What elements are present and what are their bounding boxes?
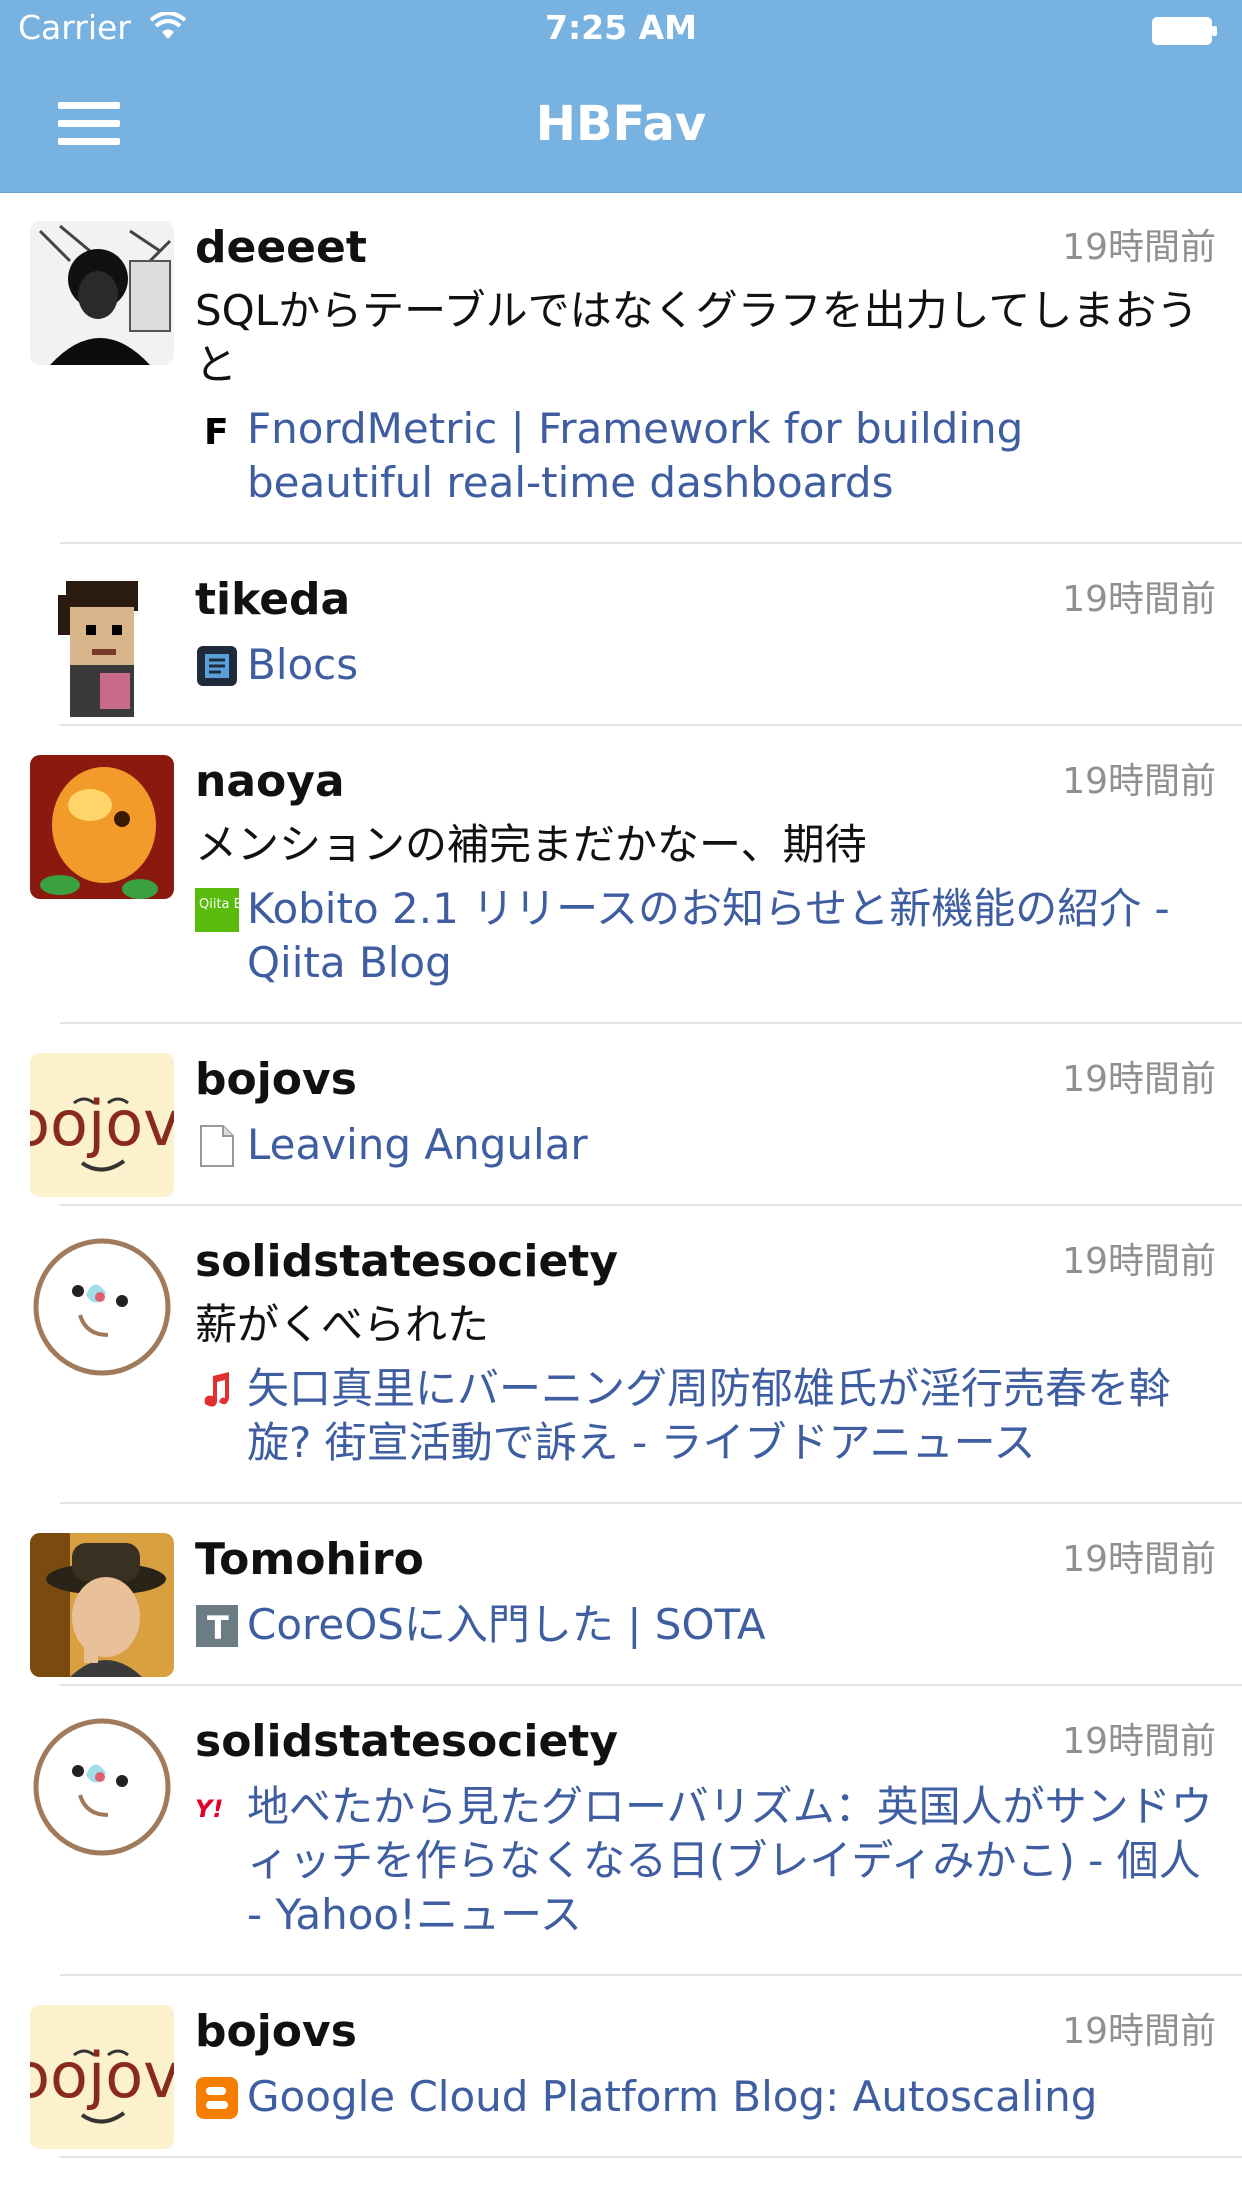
comment-text: 薪がくべられた [195, 1300, 490, 1349]
blogger-icon [195, 2076, 239, 2120]
bookmark-link[interactable]: Blocs [195, 638, 1216, 692]
timestamp: 19時間前 [1062, 1241, 1216, 1282]
link-title[interactable]: Google Cloud Platform Blog: Autoscaling [247, 2070, 1097, 2124]
svg-text:F: F [204, 412, 229, 448]
livedoor-icon [195, 1368, 239, 1412]
bookmark-link[interactable]: Google Cloud Platform Blog: Autoscaling [195, 2070, 1216, 2124]
list-item[interactable]: tikeda Blocs 19時間前 [30, 544, 1242, 726]
list-item[interactable]: deeeet SQLからテーブルではなくグラフを出力してしまおうと F Fnor… [30, 192, 1242, 544]
document-box-icon [195, 644, 239, 688]
bookmark-link[interactable]: 矢口真里にバーニング周防郁雄氏が淫行売春を斡旋? 街宣活動で訴え - ライブドア… [195, 1362, 1216, 1470]
bookmark-link[interactable]: Leaving Angular [195, 1118, 1216, 1172]
link-title[interactable]: Blocs [247, 638, 358, 692]
timestamp: 19時間前 [1062, 761, 1216, 802]
list-item[interactable]: ɔojov bojovs Leaving Angular 19時間前 [30, 1024, 1242, 1206]
timestamp: 19時間前 [1062, 1059, 1216, 1100]
svg-text:T: T [207, 1609, 229, 1647]
link-title[interactable]: CoreOSに入門した | SOTA [247, 1598, 766, 1652]
comment-text: メンションの補完まだかなー、期待 [195, 820, 867, 869]
list-item[interactable]: naoya メンションの補完まだかなー、期待 Qiita Blog Kobito… [30, 726, 1242, 1024]
svg-text:ɔojov: ɔojov [30, 1087, 174, 1160]
avatar[interactable] [30, 1715, 174, 1859]
bookmark-link[interactable]: Qiita Blog Kobito 2.1 リリースのお知らせと新機能の紹介 -… [195, 882, 1216, 990]
svg-text:Qiita Blog: Qiita Blog [199, 897, 239, 912]
avatar[interactable] [30, 573, 174, 717]
avatar[interactable] [30, 221, 174, 365]
navigation-bar: HBFav [0, 62, 1242, 193]
avatar[interactable] [30, 1235, 174, 1379]
list-item[interactable]: Tomohiro T CoreOSに入門した | SOTA 19時間前 [30, 1504, 1242, 1686]
nav-title: HBFav [535, 96, 707, 152]
timestamp: 19時間前 [1062, 1721, 1216, 1762]
avatar[interactable] [30, 755, 174, 899]
link-title[interactable]: Leaving Angular [247, 1118, 588, 1172]
avatar[interactable]: ɔojov [30, 1053, 174, 1197]
timestamp: 19時間前 [1062, 2011, 1216, 2052]
svg-text:ɔojov: ɔojov [30, 2039, 174, 2112]
bookmark-list[interactable]: deeeet SQLからテーブルではなくグラフを出力してしまおうと F Fnor… [0, 192, 1242, 2158]
timestamp: 19時間前 [1062, 579, 1216, 620]
bookmark-link[interactable]: F FnordMetric | Framework for building b… [195, 402, 1216, 510]
list-item[interactable]: solidstatesociety Y! 地べたから見たグローバリズム：英国人が… [30, 1686, 1242, 1976]
comment-text: SQLからテーブルではなくグラフを出力してしまおうと [195, 286, 1199, 389]
avatar[interactable] [30, 1533, 174, 1677]
status-time: 7:25 AM [545, 8, 697, 47]
link-title[interactable]: 地べたから見たグローバリズム：英国人がサンドウィッチを作らなくなる日(ブレイディ… [247, 1780, 1216, 1942]
qiita-icon: Qiita Blog [195, 888, 239, 932]
status-bar: Carrier 7:25 AM [0, 0, 1242, 62]
letter-t-icon: T [195, 1604, 239, 1648]
list-item[interactable]: solidstatesociety 薪がくべられた 矢口真里にバーニング周防郁雄… [30, 1206, 1242, 1504]
letter-f-icon: F [195, 408, 239, 452]
avatar[interactable]: ɔojov [30, 2005, 174, 2149]
svg-text:Y!: Y! [195, 1795, 223, 1823]
timestamp: 19時間前 [1062, 227, 1216, 268]
list-item[interactable]: ɔojov bojovs Google Cloud Platform Blog:… [30, 1976, 1242, 2158]
bookmark-link[interactable]: T CoreOSに入門した | SOTA [195, 1598, 1216, 1652]
timestamp: 19時間前 [1062, 1539, 1216, 1580]
battery-icon [1152, 17, 1217, 45]
link-title[interactable]: 矢口真里にバーニング周防郁雄氏が淫行売春を斡旋? 街宣活動で訴え - ライブドア… [247, 1362, 1216, 1470]
yahoo-icon: Y! [195, 1786, 239, 1830]
link-title[interactable]: Kobito 2.1 リリースのお知らせと新機能の紹介 - Qiita Blog [247, 882, 1216, 990]
link-title[interactable]: FnordMetric | Framework for building bea… [247, 402, 1216, 510]
page-icon [195, 1124, 239, 1168]
bookmark-link[interactable]: Y! 地べたから見たグローバリズム：英国人がサンドウィッチを作らなくなる日(ブレ… [195, 1780, 1216, 1942]
